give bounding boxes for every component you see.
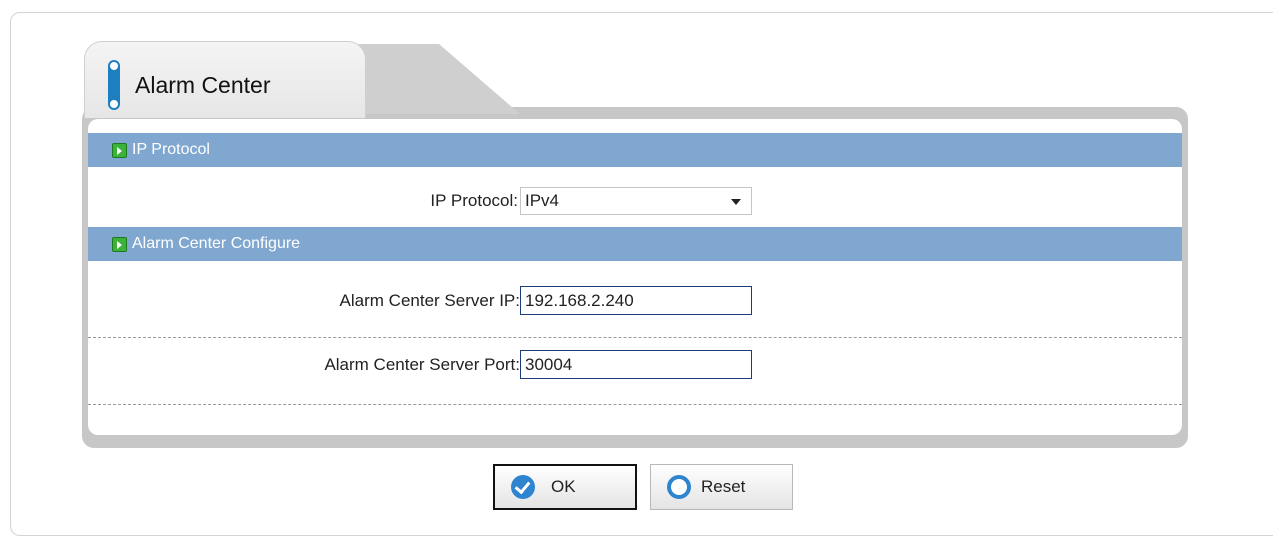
expand-arrow-icon [112,142,127,158]
section-header-ip-protocol: IP Protocol [88,133,1182,167]
reset-button-label: Reset [701,477,746,496]
tab-title: Alarm Center [135,72,271,98]
section-title: IP Protocol [132,141,210,158]
server-ip-label: Alarm Center Server IP: [339,291,520,310]
checkmark-icon [511,475,535,499]
server-port-label: Alarm Center Server Port: [324,355,520,374]
section-title: Alarm Center Configure [132,235,301,252]
ip-protocol-selected-value: IPv4 [525,191,560,210]
settings-panel-content: IP Protocol IP Protocol: IPv4 Alarm Cent… [88,119,1182,435]
reset-button[interactable]: Reset [650,464,793,510]
server-port-input[interactable] [520,350,752,379]
ip-protocol-select[interactable]: IPv4 [520,187,752,215]
tab-pill-icon [108,60,120,110]
expand-arrow-icon [112,236,127,252]
dropdown-arrow-icon [731,199,741,205]
reset-circle-icon [667,475,691,499]
server-ip-input[interactable] [520,286,752,315]
ok-button[interactable]: OK [493,464,637,510]
ip-protocol-label: IP Protocol: [430,191,518,210]
section-header-alarm-center-configure: Alarm Center Configure [88,227,1182,261]
row-divider [88,404,1182,405]
row-divider [88,337,1182,338]
ok-button-label: OK [551,477,576,496]
